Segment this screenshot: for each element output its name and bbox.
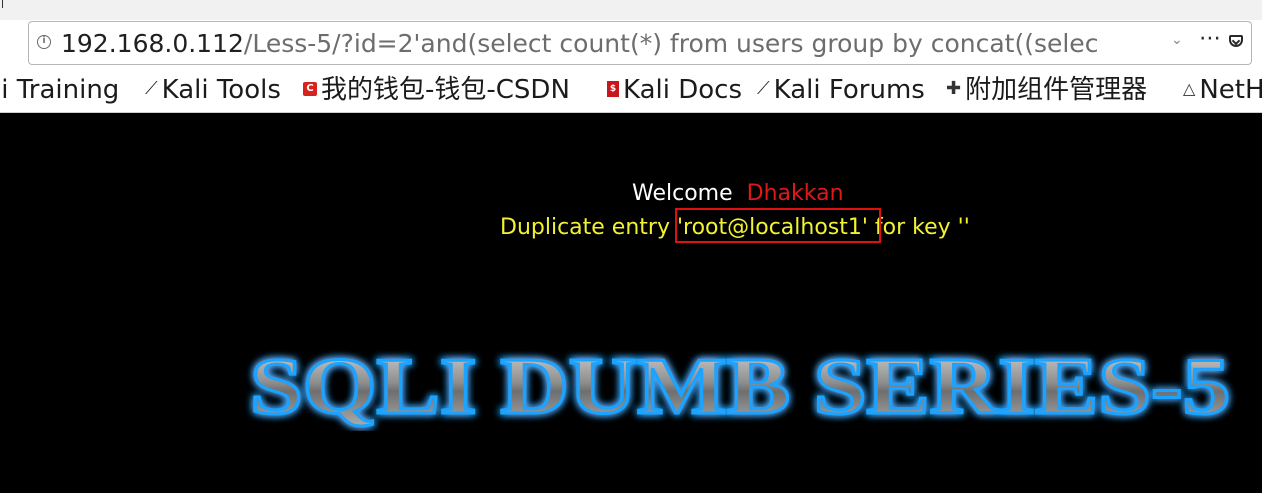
welcome-line: Welcome Dhakkan bbox=[632, 179, 844, 209]
bookmark-label: 我的钱包-钱包-CSDN bbox=[321, 75, 570, 105]
url-path: /Less-5/?id=2'and(select count(*) from u… bbox=[243, 29, 1099, 58]
pocket-icon[interactable] bbox=[1229, 35, 1243, 47]
bookmark-kali-tools[interactable]: ⟋ Kali Tools bbox=[145, 70, 281, 110]
url-text[interactable]: 192.168.0.112/Less-5/?id=2'and(select co… bbox=[61, 28, 1151, 60]
bookmark-kali-training[interactable]: li Training bbox=[0, 70, 119, 110]
bookmark-label: Kali Forums bbox=[773, 75, 925, 105]
logo-text: SQLI DUMB SERIES-5 bbox=[250, 343, 1230, 431]
username: Dhakkan bbox=[746, 181, 844, 206]
bookmark-label: li Training bbox=[0, 75, 120, 105]
url-host: 192.168.0.112 bbox=[61, 29, 244, 58]
bookmark-kali-forums[interactable]: ⟋ Kali Forums bbox=[757, 70, 925, 110]
bookmark-addons-manager[interactable]: ✚ 附加组件管理器 bbox=[946, 70, 1147, 110]
error-prefix: Duplicate entry bbox=[500, 215, 677, 240]
bookmark-label: NetH bbox=[1199, 75, 1262, 105]
window-top-strip bbox=[0, 0, 1262, 20]
kali-dragon-icon: ⟋ bbox=[757, 77, 770, 99]
nethunter-icon: △ bbox=[1183, 78, 1196, 98]
welcome-label: Welcome bbox=[632, 181, 733, 206]
csdn-icon: C bbox=[303, 81, 317, 96]
bookmark-label: 附加组件管理器 bbox=[965, 75, 1148, 105]
page-content: Welcome Dhakkan Duplicate entry 'root@loc… bbox=[0, 113, 1262, 493]
sqli-logo: SQLI DUMB SERIES-5 bbox=[249, 342, 1232, 432]
bookmark-kali-docs[interactable]: $ Kali Docs bbox=[607, 70, 742, 110]
bookmark-nethunter[interactable]: △ NetH bbox=[1183, 70, 1262, 110]
bookmarks-toolbar: li Training ⟋ Kali Tools C 我的钱包-钱包-CSDN $ K… bbox=[0, 66, 1262, 113]
bookmark-label: Kali Tools bbox=[161, 75, 281, 105]
docs-icon: $ bbox=[607, 80, 619, 97]
address-bar[interactable]: i 192.168.0.112/Less-5/?id=2'and(select … bbox=[28, 21, 1252, 65]
puzzle-icon: ✚ bbox=[946, 77, 962, 99]
kali-dragon-icon: ⟋ bbox=[145, 77, 158, 99]
bookmark-csdn[interactable]: C 我的钱包-钱包-CSDN bbox=[303, 70, 570, 110]
highlight-box bbox=[675, 208, 881, 243]
info-icon[interactable]: i bbox=[37, 35, 51, 49]
error-suffix: for key '' bbox=[867, 215, 970, 240]
chevron-down-icon[interactable]: ⌄ bbox=[1171, 32, 1183, 48]
bookmark-label: Kali Docs bbox=[623, 75, 743, 105]
more-icon[interactable]: ⋯ bbox=[1199, 26, 1221, 51]
